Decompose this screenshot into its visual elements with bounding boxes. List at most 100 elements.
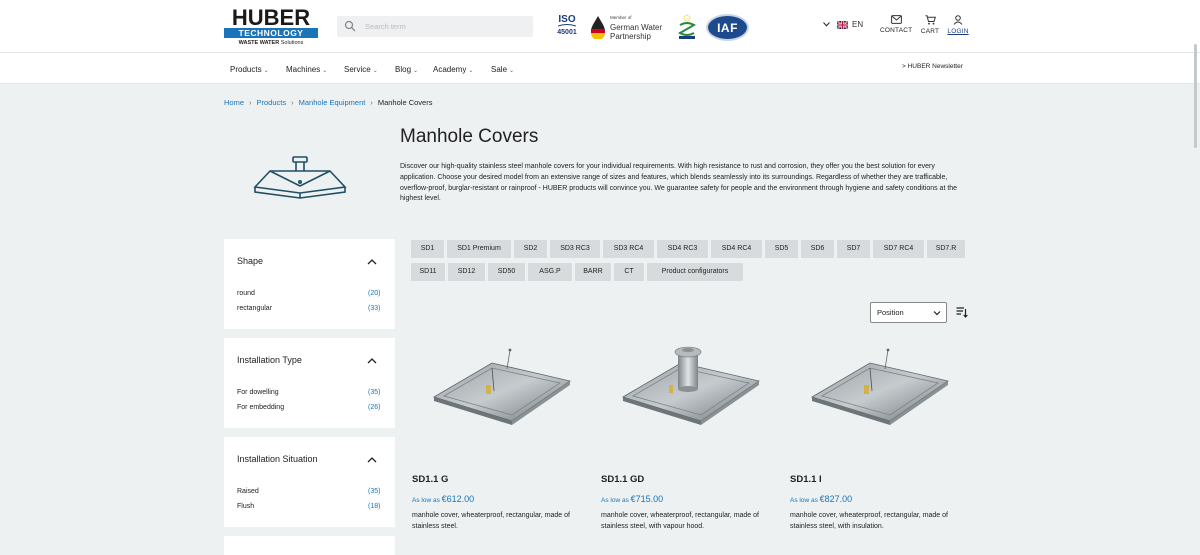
main-navigation: Products ⌄ Machines ⌄ Service ⌄ Blog ⌄ Acade… [0,53,1200,84]
search-input[interactable] [365,18,525,35]
filter-option[interactable]: Raised [237,488,259,495]
chevron-down-icon: ⌄ [413,68,419,74]
filter-option-count: (26) [368,404,381,411]
breadcrumb-products[interactable]: Products [257,98,287,107]
nav-item-blog[interactable]: Blog ⌄ [395,65,418,74]
breadcrumb-home[interactable]: Home [224,98,244,107]
chip-sd7[interactable]: SD7 [837,240,870,258]
nav-item-sale[interactable]: Sale ⌄ [491,65,514,74]
chip-sd11[interactable]: SD11 [411,263,445,281]
chip-sd5[interactable]: SD5 [765,240,798,258]
chip-sd1[interactable]: SD1 [411,240,444,258]
filter-option-count: (18) [368,503,381,510]
chip-sd4-rc4[interactable]: SD4 RC4 [711,240,762,258]
breadcrumb-manhole-equipment[interactable]: Manhole Equipment [299,98,366,107]
logo-tagline: WASTE WATER Solutions [238,40,304,46]
filter-option[interactable]: round [237,290,255,297]
chip-sd3-rc3[interactable]: SD3 RC3 [550,240,600,258]
chevron-down-icon: ⌄ [509,68,515,74]
product-image[interactable] [432,345,572,425]
chevron-down-icon: ⌄ [263,68,269,74]
breadcrumb-separator-icon: › [370,98,373,107]
filter-option[interactable]: For dowelling [237,389,279,396]
product-price: As low as €827.00 [790,494,853,504]
chip-sd7-rc4[interactable]: SD7 RC4 [873,240,924,258]
chip-sd2[interactable]: SD2 [514,240,547,258]
cart-link[interactable]: CART [919,15,941,39]
category-description: Discover our high-quality stainless stee… [400,163,958,203]
chip-sd7r[interactable]: SD7.R [927,240,965,258]
chip-ct[interactable]: CT [614,263,644,281]
logo-wordmark: HUBER [231,5,311,30]
breadcrumb-separator-icon: › [291,98,294,107]
chevron-up-icon[interactable] [367,356,377,366]
contact-link[interactable]: CONTACT [880,15,912,39]
chevron-up-icon[interactable] [367,455,377,465]
logo-subtitle: TECHNOLOGY [224,28,318,38]
newsletter-link[interactable]: > HUBER Newsletter [902,63,963,70]
sort-select[interactable]: Position [870,302,947,323]
chip-product-configurators[interactable]: Product configurators [647,263,743,281]
chip-barr[interactable]: BARR [575,263,611,281]
filter-collapsed [224,536,395,555]
product-description: manhole cover, wheaterproof, rectangular… [412,512,570,530]
nav-item-service[interactable]: Service ⌄ [344,65,378,74]
chevron-down-icon: ⌄ [372,68,378,74]
huber-logo[interactable]: HUBER TECHNOLOGY WASTE WATER Solutions [224,5,318,46]
emas-icon [677,14,697,39]
login-link[interactable]: LOGIN [946,15,970,39]
product-description: manhole cover, wheaterproof, rectangular… [790,512,948,530]
sort-direction-icon[interactable] [956,306,968,318]
chip-sd50[interactable]: SD50 [488,263,525,281]
chip-sd6[interactable]: SD6 [801,240,834,258]
uk-flag-icon [837,21,848,29]
nav-item-academy[interactable]: Academy ⌄ [433,65,473,74]
filter-option[interactable]: Flush [237,503,254,510]
product-name[interactable]: SD1.1 GD [601,474,644,485]
chevron-down-icon [823,22,830,27]
chip-sd3-rc4[interactable]: SD3 RC4 [603,240,654,258]
search-icon[interactable] [344,20,356,32]
filter-option[interactable]: For embedding [237,404,284,411]
sort-selected-value: Position [877,308,904,317]
language-code: EN [852,20,864,29]
product-image[interactable] [621,345,761,425]
nav-item-machines[interactable]: Machines ⌄ [286,65,327,74]
product-card[interactable]: SD1.1 GD As low as €715.00 manhole cover… [601,345,781,555]
nav-item-products[interactable]: Products ⌄ [230,65,269,74]
chevron-up-icon[interactable] [367,257,377,267]
product-card[interactable]: SD1.1 I As low as €827.00 manhole cover,… [790,345,970,555]
chip-sd12[interactable]: SD12 [448,263,485,281]
mail-icon [890,15,902,24]
filter-title[interactable]: Installation Type [237,355,302,365]
filter-installation-type: Installation Type For dowelling (35) For… [224,338,395,428]
filter-title[interactable]: Installation Situation [237,454,318,464]
breadcrumb: Home › Products › Manhole Equipment › Manhole … [224,98,432,107]
filter-option-count: (35) [368,389,381,396]
filter-title[interactable]: Shape [237,256,263,266]
main-content: Home › Products › Manhole Equipment › Manhole … [0,84,1200,555]
product-name[interactable]: SD1.1 G [412,474,448,485]
chip-asgp[interactable]: ASG.P [528,263,572,281]
page-scrollbar[interactable] [1194,44,1197,148]
cart-icon [925,15,936,25]
manhole-cover-icon [253,156,347,199]
chip-sd1-premium[interactable]: SD1 Premium [447,240,511,258]
filter-option[interactable]: rectangular [237,305,272,312]
product-name[interactable]: SD1.1 I [790,474,822,485]
product-price: As low as €612.00 [412,494,475,504]
page-title: Manhole Covers [400,126,539,147]
product-description: manhole cover, wheaterproof, rectangular… [601,512,759,530]
chip-sd4-rc3[interactable]: SD4 RC3 [657,240,708,258]
iaf-badge: IAF [706,14,749,41]
filter-option-count: (35) [368,488,381,495]
language-selector[interactable]: EN [823,20,868,32]
chevron-down-icon: ⌄ [322,68,328,74]
german-water-partnership-badge: Member of German Water Partnership [589,12,669,42]
breadcrumb-current: Manhole Covers [377,98,433,107]
site-header: HUBER TECHNOLOGY WASTE WATER Solutions I… [0,0,1200,53]
filter-shape: Shape round (20) rectangular (33) [224,239,395,329]
product-image[interactable] [810,345,950,425]
product-card[interactable]: SD1.1 G As low as €612.00 manhole cover,… [412,345,592,555]
user-icon [953,15,963,25]
